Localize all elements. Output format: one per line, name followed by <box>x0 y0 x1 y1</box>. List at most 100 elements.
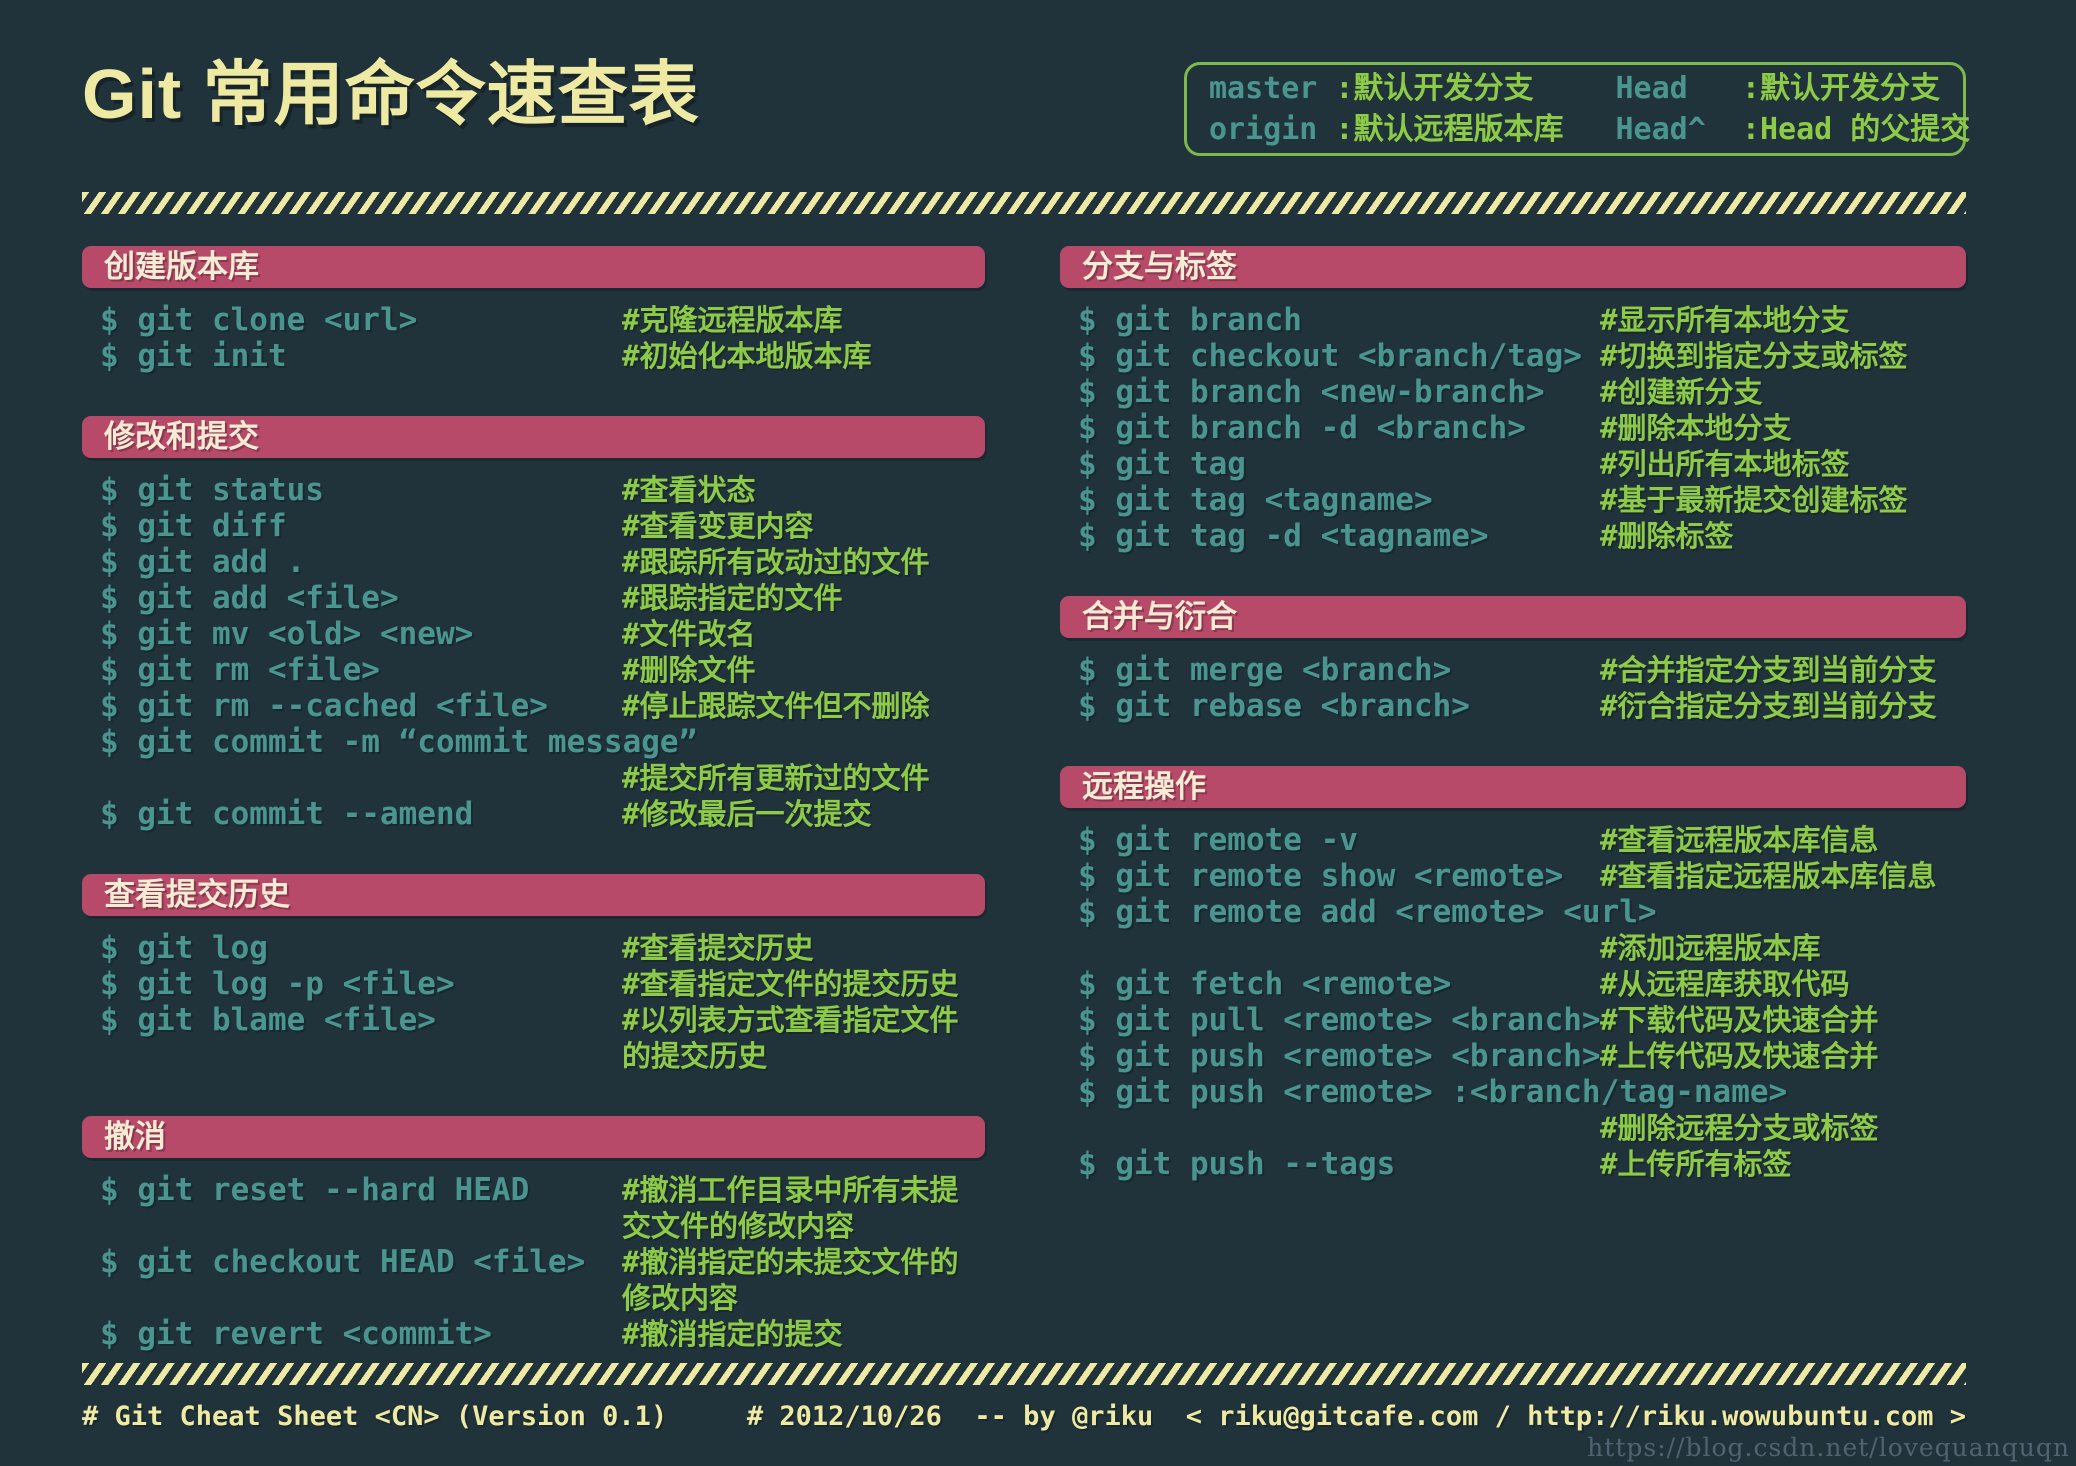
section-header: 合并与衍合 <box>1060 596 1966 638</box>
command-row: $ git branch #显示所有本地分支 <box>1078 302 1966 338</box>
git-cheat-sheet-page: Git 常用命令速查表 master:默认开发分支 origin:默认远程版本库 H… <box>0 0 2076 1466</box>
command-row: $ git commit -m “commit message” <box>100 724 985 760</box>
comment-text: #查看变更内容 <box>622 509 814 543</box>
command-text: $ git reset --hard HEAD <box>100 1172 530 1208</box>
command-text: $ git rm --cached <file> <box>100 688 548 724</box>
command-text: $ git rm <file> <box>100 652 380 688</box>
comment-text: #添加远程版本库 <box>1600 931 1821 965</box>
comment-text: #跟踪所有改动过的文件 <box>622 545 930 579</box>
command-row: $ git push <remote> <branch> #上传代码及快速合并 <box>1078 1038 1966 1074</box>
comment-text: #跟踪指定的文件 <box>622 581 843 615</box>
command-row: $ git init #初始化本地版本库 <box>100 338 985 374</box>
comment-text <box>622 724 985 760</box>
legend-term: Head <box>1615 71 1688 106</box>
section-header: 撤消 <box>82 1116 985 1158</box>
command-row: $ git checkout HEAD <file> #撤消指定的未提交文件的修改… <box>100 1244 985 1316</box>
legend-grid: master:默认开发分支 origin :默认远程版本库 Head :默认开发分支 He… <box>1209 68 1970 150</box>
comment-text: #提交所有更新过的文件 <box>622 761 930 795</box>
comment-text <box>1600 894 1966 930</box>
command-text: $ git init <box>100 338 287 374</box>
command-text: $ git mv <old> <new> <box>100 616 474 652</box>
legend-item: origin :默认远程版本库 <box>1209 109 1563 150</box>
command-row: #添加远程版本库 <box>1078 930 1966 966</box>
legend-item: master:默认开发分支 <box>1209 68 1563 109</box>
legend-desc: :默认远程版本库 <box>1335 112 1564 147</box>
section-header: 修改和提交 <box>82 416 985 458</box>
command-text: $ git log -p <file> <box>100 966 455 1002</box>
footer-right-text: # 2012/10/26 -- by @riku < riku@gitcafe.… <box>746 1401 1966 1432</box>
section-rows: $ git merge <branch> #合并指定分支到当前分支 $ git re… <box>1060 652 1966 724</box>
divider-bottom <box>82 1363 1966 1385</box>
watermark-text: https://blog.csdn.net/lovequanquqn <box>1587 1433 2070 1462</box>
command-row: $ git status #查看状态 <box>100 472 985 508</box>
comment-text: #删除标签 <box>1600 519 1734 553</box>
divider-top <box>82 192 1966 214</box>
command-row: $ git push <remote> :<branch/tag-name> <box>1078 1074 1966 1110</box>
footer-line: # Git Cheat Sheet <CN> (Version 0.1) # 2… <box>82 1401 1966 1432</box>
comment-text: #删除远程分支或标签 <box>1600 1111 1879 1145</box>
section-rows: $ git log #查看提交历史 $ git log -p <file> #查看指定… <box>82 930 985 1074</box>
command-text: $ git remote -v <box>1078 822 1358 858</box>
comment-text: #显示所有本地分支 <box>1600 303 1850 337</box>
left-column: 创建版本库 $ git clone <url> #克隆远程版本库 $ git init… <box>82 246 985 1394</box>
comment-text: #修改最后一次提交 <box>622 797 872 831</box>
command-row: $ git push --tags #上传所有标签 <box>1078 1146 1966 1182</box>
legend-item: Head :默认开发分支 <box>1615 68 1970 109</box>
command-text: $ git remote show <remote> <box>1078 858 1564 894</box>
command-text: $ git add . <box>100 544 306 580</box>
section-rows: $ git remote -v #查看远程版本库信息 $ git remote sh… <box>1060 822 1966 1182</box>
command-text: $ git remote add <remote> <url> <box>1078 894 1657 930</box>
legend-term: master <box>1209 71 1318 106</box>
comment-text: #查看状态 <box>622 473 756 507</box>
section-left-3: 撤消 $ git reset --hard HEAD #撤消工作目录中所有未提交文件… <box>82 1116 985 1352</box>
section-left-2: 查看提交历史 $ git log #查看提交历史 $ git log -p <file… <box>82 874 985 1074</box>
comment-text: #查看远程版本库信息 <box>1600 823 1879 857</box>
command-text: $ git branch -d <branch> <box>1078 410 1526 446</box>
legend-box: master:默认开发分支 origin :默认远程版本库 Head :默认开发分支 He… <box>1184 62 1970 156</box>
comment-text: #文件改名 <box>622 617 756 651</box>
legend-term: origin <box>1209 112 1318 147</box>
command-text <box>1078 930 1600 966</box>
command-row: $ git branch <new-branch> #创建新分支 <box>1078 374 1966 410</box>
comment-text: #下载代码及快速合并 <box>1600 1003 1879 1037</box>
comment-text: #上传所有标签 <box>1600 1147 1792 1181</box>
command-text: $ git status <box>100 472 324 508</box>
command-row: $ git add <file> #跟踪指定的文件 <box>100 580 985 616</box>
command-row: $ git remote -v #查看远程版本库信息 <box>1078 822 1966 858</box>
command-row: $ git mv <old> <new> #文件改名 <box>100 616 985 652</box>
command-text: $ git branch <box>1078 302 1302 338</box>
command-row: $ git reset --hard HEAD #撤消工作目录中所有未提交文件的修… <box>100 1172 985 1244</box>
command-text <box>1078 1110 1600 1146</box>
command-text: $ git add <file> <box>100 580 399 616</box>
comment-text: #从远程库获取代码 <box>1600 967 1850 1001</box>
command-row: $ git fetch <remote> #从远程库获取代码 <box>1078 966 1966 1002</box>
command-row: $ git remote add <remote> <url> <box>1078 894 1966 930</box>
command-text: $ git push --tags <box>1078 1146 1396 1182</box>
comment-text: #以列表方式查看指定文件的提交历史 <box>622 1003 959 1073</box>
comment-text: #查看指定文件的提交历史 <box>622 967 959 1001</box>
command-row: $ git clone <url> #克隆远程版本库 <box>100 302 985 338</box>
command-row: $ git add . #跟踪所有改动过的文件 <box>100 544 985 580</box>
comment-text: #撤消指定的提交 <box>622 1317 843 1351</box>
command-row: $ git branch -d <branch> #删除本地分支 <box>1078 410 1966 446</box>
legend-item: Head^:Head 的父提交 <box>1615 109 1970 150</box>
comment-text: #删除文件 <box>622 653 756 687</box>
command-text: $ git branch <new-branch> <box>1078 374 1545 410</box>
section-left-0: 创建版本库 $ git clone <url> #克隆远程版本库 $ git init… <box>82 246 985 374</box>
command-row: $ git merge <branch> #合并指定分支到当前分支 <box>1078 652 1966 688</box>
command-text: $ git commit -m “commit message” <box>100 724 698 760</box>
command-text: $ git merge <branch> <box>1078 652 1452 688</box>
command-text <box>100 760 622 796</box>
comment-text: #撤消指定的未提交文件的修改内容 <box>622 1245 959 1315</box>
command-row: $ git tag <tagname> #基于最新提交创建标签 <box>1078 482 1966 518</box>
section-rows: $ git clone <url> #克隆远程版本库 $ git init #初始化本… <box>82 302 985 374</box>
command-text: $ git checkout HEAD <file> <box>100 1244 586 1280</box>
comment-text: #初始化本地版本库 <box>622 339 872 373</box>
command-text: $ git clone <url> <box>100 302 418 338</box>
command-text: $ git revert <commit> <box>100 1316 492 1352</box>
legend-desc: :默认开发分支 <box>1741 71 1940 106</box>
comment-text: #查看指定远程版本库信息 <box>1600 859 1937 893</box>
comment-text: #创建新分支 <box>1600 375 1763 409</box>
comment-text: #停止跟踪文件但不删除 <box>622 689 930 723</box>
command-text: $ git checkout <branch/tag> <box>1078 338 1582 374</box>
